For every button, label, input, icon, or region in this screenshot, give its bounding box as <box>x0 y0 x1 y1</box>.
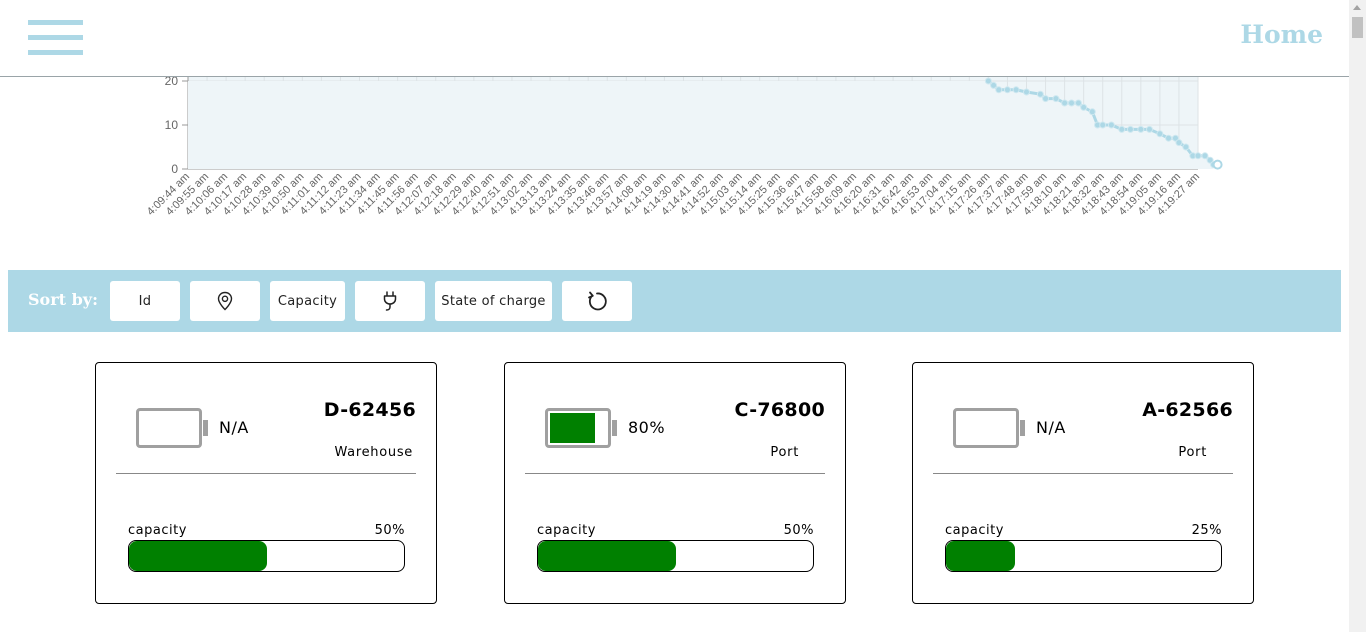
state-of-charge-text: N/A <box>219 418 249 437</box>
capacity-progress-bar <box>128 540 405 572</box>
vehicle-id: A-62566 <box>1142 399 1233 421</box>
vehicle-card[interactable]: N/A A-62566 Port capacity 25% <box>912 362 1254 604</box>
data-point <box>1137 125 1145 133</box>
data-point <box>1080 103 1088 111</box>
data-point <box>1165 134 1173 142</box>
data-point <box>1042 95 1050 103</box>
page-scrollbar[interactable] <box>1349 0 1366 632</box>
data-point <box>1182 143 1190 151</box>
card-divider <box>116 473 416 474</box>
home-link[interactable]: Home <box>1240 20 1323 49</box>
battery-tip <box>203 420 208 436</box>
capacity-progress-fill <box>946 541 1015 571</box>
scrollbar-thumb[interactable] <box>1352 17 1363 38</box>
card-divider <box>525 473 825 474</box>
top-header: Home <box>0 0 1349 77</box>
state-of-charge-text: 80% <box>628 418 666 437</box>
capacity-label: capacity <box>945 523 1004 538</box>
reset-sort-button[interactable] <box>562 281 632 321</box>
data-point <box>1088 108 1096 116</box>
sort-bar: Sort by: Id Capacity State of charge <box>8 270 1341 332</box>
menu-bar <box>28 50 83 55</box>
data-point <box>1118 125 1126 133</box>
vehicle-card[interactable]: N/A D-62456 Warehouse capacity 50% <box>95 362 437 604</box>
scroll-up-arrow-icon[interactable] <box>1353 5 1361 10</box>
battery-tip <box>612 420 617 436</box>
vehicle-id: C-76800 <box>734 399 825 421</box>
vehicle-location: Warehouse <box>334 445 413 460</box>
data-point <box>1061 99 1069 107</box>
data-point <box>1068 99 1076 107</box>
sort-plugged-button[interactable] <box>355 281 425 321</box>
data-point <box>1003 86 1011 94</box>
sort-state-of-charge-button[interactable]: State of charge <box>435 281 552 321</box>
data-point <box>995 86 1003 94</box>
data-point <box>1099 121 1107 129</box>
data-point <box>1107 121 1115 129</box>
data-point <box>1022 88 1030 96</box>
data-point <box>1012 86 1020 94</box>
capacity-percent: 50% <box>374 523 405 538</box>
data-point <box>1212 159 1223 170</box>
capacity-percent: 25% <box>1191 523 1222 538</box>
data-point <box>1126 125 1134 133</box>
data-point <box>1036 90 1044 98</box>
data-point <box>1145 125 1153 133</box>
sort-capacity-button[interactable]: Capacity <box>270 281 345 321</box>
location-pin-icon <box>217 291 233 311</box>
battery-icon <box>953 408 1025 448</box>
hamburger-menu-icon[interactable] <box>28 20 83 57</box>
data-point <box>1156 130 1164 138</box>
capacity-progress-fill <box>129 541 267 571</box>
data-point <box>984 77 992 85</box>
capacity-progress-bar <box>537 540 814 572</box>
vehicle-location: Port <box>770 445 799 460</box>
menu-bar <box>28 35 83 40</box>
battery-icon <box>545 408 617 448</box>
data-point <box>1201 152 1209 160</box>
capacity-label: capacity <box>128 523 187 538</box>
sort-id-button[interactable]: Id <box>110 281 180 321</box>
capacity-label: capacity <box>537 523 596 538</box>
data-point <box>1194 152 1202 160</box>
plug-icon <box>383 291 397 311</box>
capacity-progress-bar <box>945 540 1222 572</box>
capacity-percent: 50% <box>783 523 814 538</box>
page: 0 10 20 4:09:44 am 4:09:55 am 4:10:06 am 4:10:… <box>0 0 1366 632</box>
battery-level-fill <box>550 413 595 443</box>
sort-by-label: Sort by: <box>28 290 99 309</box>
data-point <box>1052 95 1060 103</box>
y-tick-label: 0 <box>171 162 178 176</box>
menu-bar <box>28 20 83 25</box>
data-point <box>1074 99 1082 107</box>
capacity-progress-fill <box>538 541 676 571</box>
data-point <box>990 81 998 89</box>
vehicle-card[interactable]: 80% C-76800 Port capacity 50% <box>504 362 846 604</box>
battery-tip <box>1020 420 1025 436</box>
refresh-icon <box>588 291 607 311</box>
vehicle-location: Port <box>1178 445 1207 460</box>
vehicle-id: D-62456 <box>323 399 416 421</box>
sort-location-button[interactable] <box>190 281 260 321</box>
y-tick-label: 10 <box>165 118 179 132</box>
card-divider <box>933 473 1233 474</box>
state-of-charge-text: N/A <box>1036 418 1066 437</box>
battery-icon <box>136 408 208 448</box>
data-point <box>1175 139 1183 147</box>
